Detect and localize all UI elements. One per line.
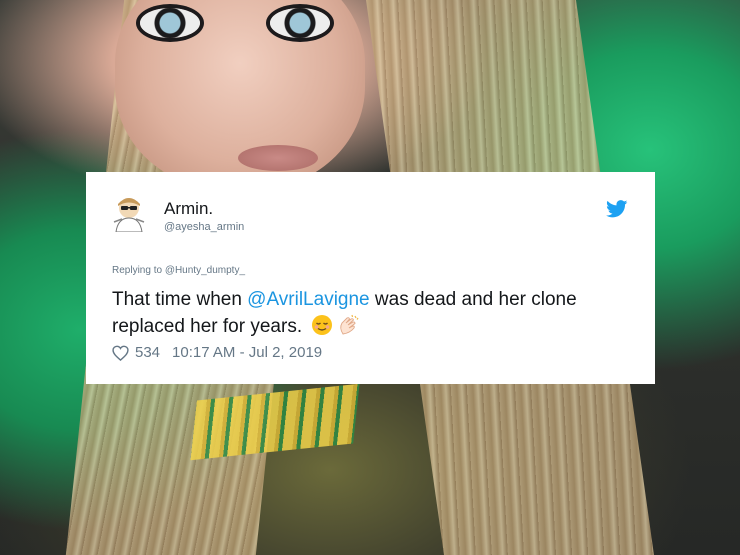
left-eye [140, 8, 200, 38]
mention-link[interactable]: @AvrilLavigne [247, 289, 369, 310]
tweet-text-start: That time when [112, 289, 248, 310]
heart-icon[interactable] [112, 345, 129, 361]
user-handle[interactable]: @ayesha_armin [164, 221, 244, 233]
clapping-hands-emoji-icon [337, 314, 359, 336]
relieved-face-emoji-icon [311, 314, 333, 336]
replying-prefix: Replying to [112, 265, 165, 276]
right-eye [270, 8, 330, 38]
avatar[interactable] [112, 194, 146, 233]
tweet-text: That time when @AvrilLavigne was dead an… [112, 286, 632, 340]
display-name[interactable]: Armin. [164, 199, 213, 219]
avatar-illustration-icon [113, 198, 145, 233]
like-count[interactable]: 534 [135, 344, 160, 361]
tweet-footer: 534 10:17 AM - Jul 2, 2019 [112, 344, 322, 361]
twitter-bird-icon[interactable] [606, 200, 628, 218]
tweet-timestamp[interactable]: 10:17 AM - Jul 2, 2019 [172, 344, 322, 361]
tweet-card: Armin. @ayesha_armin Replying to @Hunty_… [86, 172, 655, 384]
replying-to: Replying to @Hunty_dumpty_ [112, 265, 245, 276]
replying-to-handle[interactable]: @Hunty_dumpty_ [165, 265, 245, 276]
lips [238, 145, 318, 171]
